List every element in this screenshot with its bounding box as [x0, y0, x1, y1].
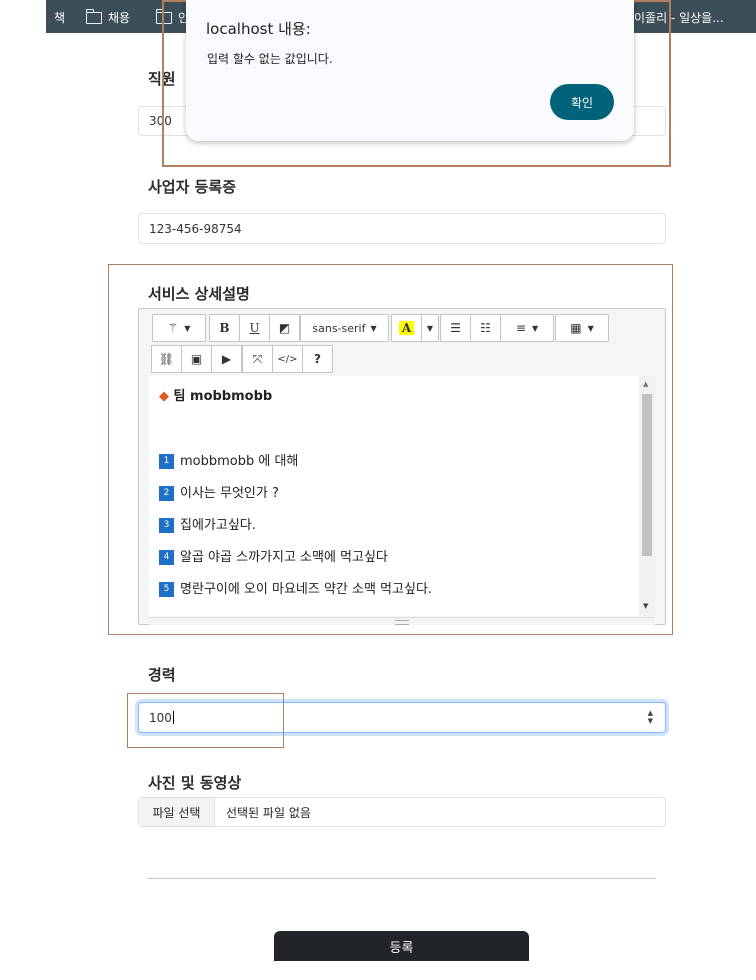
editor-scrollbar[interactable]: ▲ ▼ [639, 376, 655, 616]
diamond-icon: ◆ [159, 389, 169, 404]
list-item: 4 알곱 야곱 스까가지고 소맥에 먹고싶다 [159, 546, 388, 565]
item-text: 집에가고싶다. [180, 518, 256, 533]
list-item: 3 집에가고싶다. [159, 514, 256, 533]
help-button[interactable]: ? [302, 345, 333, 373]
image-button[interactable]: ▣ [181, 345, 212, 373]
font-color-button[interactable]: A [391, 314, 422, 342]
font-color-icon: A [398, 321, 415, 335]
file-select-button[interactable]: 파일 선택 [139, 798, 215, 826]
alert-dialog: localhost 내용: 입력 할수 없는 값입니다. 확인 [186, 0, 634, 141]
caret-down-icon: ▼ [184, 323, 191, 333]
career-label: 경력 [148, 666, 176, 684]
highlight-box [127, 693, 284, 748]
bizreg-label: 사업자 등록증 [148, 178, 237, 196]
bookmark-folder[interactable]: 채용 [85, 8, 131, 26]
help-icon: ? [314, 352, 321, 366]
caret-down-icon: ▼ [426, 323, 434, 333]
eraser-icon: ◩ [278, 321, 291, 335]
bookmark-label: 채용 [108, 11, 131, 25]
align-dropdown[interactable]: ≡ ▼ [500, 314, 554, 342]
editor-heading: ◆ 팀 mobbmobb [159, 385, 272, 404]
keycap-number-icon: 5 [159, 582, 174, 597]
item-text: 명란구이에 오이 마요네즈 약간 소맥 먹고싶다. [180, 582, 433, 597]
align-icon: ≡ [515, 321, 526, 335]
code-view-button[interactable]: </> [272, 345, 303, 373]
spinner-icon[interactable]: ▲ ▼ [648, 709, 653, 725]
eraser-button[interactable]: ◩ [269, 314, 300, 342]
image-icon: ▣ [190, 352, 203, 366]
underline-icon: U [249, 321, 260, 335]
fullscreen-button[interactable]: ⤧ [242, 345, 273, 373]
link-button[interactable]: ⛓ [151, 345, 182, 373]
editor-content[interactable]: ◆ 팀 mobbmobb 1 mobbmobb 에 대해 2 이사는 무엇인가 ? … [149, 376, 639, 616]
resize-grip-icon [395, 620, 409, 625]
video-button[interactable]: ▶ [211, 345, 242, 373]
video-icon: ▶ [221, 352, 232, 366]
resize-bar[interactable] [149, 617, 655, 625]
media-label: 사진 및 동영상 [148, 774, 242, 792]
divider [147, 878, 656, 879]
file-status: 선택된 파일 없음 [226, 805, 311, 820]
link-icon: ⛓ [158, 352, 175, 366]
item-text: mobbmobb 에 대해 [180, 454, 299, 469]
keycap-number-icon: 4 [159, 550, 174, 565]
keycap-number-icon: 1 [159, 454, 174, 469]
underline-button[interactable]: U [239, 314, 270, 342]
item-text: 이사는 무엇인가 ? [180, 486, 279, 501]
scroll-down-icon[interactable]: ▼ [643, 602, 648, 610]
folder-icon [85, 8, 102, 24]
list-item: 5 명란구이에 오이 마요네즈 약간 소맥 먹고싶다. [159, 578, 432, 597]
bold-icon: B [219, 321, 230, 335]
item-text: 알곱 야곱 스까가지고 소맥에 먹고싶다 [180, 550, 388, 565]
numbered-list-icon: ☷ [480, 321, 491, 335]
scrollbar-thumb[interactable] [642, 394, 652, 556]
color-dropdown[interactable]: ▼ [421, 314, 439, 342]
fullscreen-icon: ⤧ [252, 351, 263, 366]
bookmark-item[interactable]: 책 [54, 9, 65, 26]
dialog-ok-button[interactable]: 확인 [550, 84, 614, 120]
font-name: sans-serif [312, 321, 366, 335]
code-icon: </> [277, 353, 298, 365]
table-icon: ▦ [570, 321, 582, 335]
submit-button[interactable]: 등록 [274, 931, 529, 961]
rich-text-editor: ⚚ ▼ B U ◩ sans-serif ▼ A ▼ ☰ ☷ ≡ ▼ ▦ ▼ ⛓ ▣ ▶… [138, 308, 666, 625]
bullet-list-button[interactable]: ☰ [440, 314, 471, 342]
table-dropdown[interactable]: ▦ ▼ [555, 314, 609, 342]
heading-text: 팀 mobbmobb [173, 389, 273, 404]
caret-down-icon: ▼ [531, 323, 539, 333]
dialog-message: 입력 할수 없는 값입니다. [207, 52, 333, 66]
scroll-up-icon[interactable]: ▲ [643, 380, 648, 388]
dialog-title: localhost 내용: [206, 20, 311, 38]
service-label: 서비스 상세설명 [148, 285, 250, 303]
bookmark-label: 책 [54, 11, 66, 25]
caret-down-icon: ▼ [587, 323, 594, 333]
magic-wand-icon: ⚚ [167, 321, 179, 335]
font-family-dropdown[interactable]: sans-serif ▼ [300, 314, 389, 342]
list-item: 2 이사는 무엇인가 ? [159, 482, 279, 501]
style-dropdown[interactable]: ⚚ ▼ [152, 314, 206, 342]
bold-button[interactable]: B [209, 314, 240, 342]
keycap-number-icon: 3 [159, 518, 174, 533]
list-item: 1 mobbmobb 에 대해 [159, 450, 298, 469]
bullet-list-icon: ☰ [450, 321, 461, 335]
numbered-list-button[interactable]: ☷ [470, 314, 501, 342]
keycap-number-icon: 2 [159, 486, 174, 501]
bizreg-input[interactable]: 123-456-98754 [138, 213, 666, 244]
caret-down-icon: ▼ [370, 323, 377, 333]
file-input[interactable]: 파일 선택 선택된 파일 없음 [138, 797, 666, 827]
